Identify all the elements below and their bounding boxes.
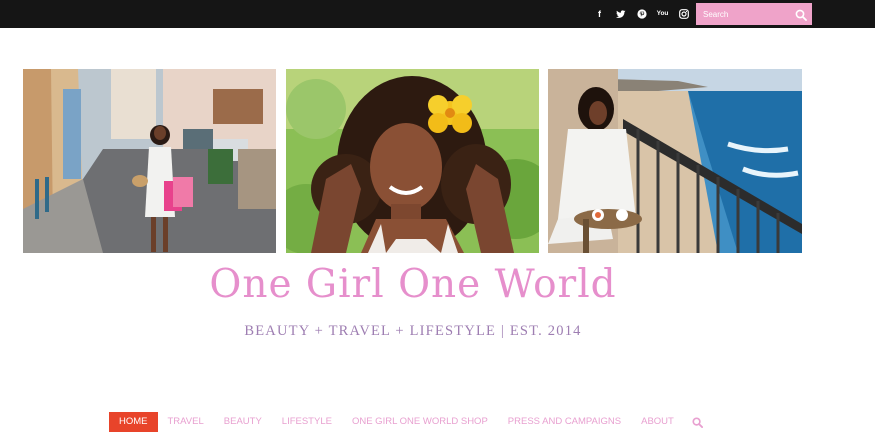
- nav-item-about[interactable]: ABOUT: [641, 412, 674, 432]
- search-icon[interactable]: [795, 8, 807, 21]
- nav-item-home[interactable]: HOME: [109, 412, 158, 432]
- instagram-icon[interactable]: [673, 6, 694, 22]
- portrait-flower-photo[interactable]: [286, 69, 539, 253]
- nav-item-shop[interactable]: ONE GIRL ONE WORLD SHOP: [352, 412, 488, 432]
- nav-item-lifestyle[interactable]: LIFESTYLE: [282, 412, 332, 432]
- youtube-icon[interactable]: You: [652, 6, 673, 22]
- nav-item-press[interactable]: PRESS AND CAMPAIGNS: [508, 412, 621, 432]
- search-box: [696, 3, 812, 25]
- site-tagline: BEAUTY + TRAVEL + LIFESTYLE | EST. 2014: [244, 323, 582, 339]
- street-shopping-photo[interactable]: [23, 69, 276, 253]
- nav-item-travel[interactable]: TRAVEL: [168, 412, 204, 432]
- twitter-icon[interactable]: [610, 6, 631, 22]
- site-title[interactable]: One Girl One World: [0, 262, 826, 307]
- search-icon[interactable]: [692, 412, 703, 432]
- search-input[interactable]: [696, 3, 788, 25]
- top-bar: f You: [0, 0, 875, 28]
- social-links: f You: [589, 6, 694, 22]
- main-nav: HOME TRAVEL BEAUTY LIFESTYLE ONE GIRL ON…: [109, 412, 703, 432]
- facebook-icon[interactable]: f: [589, 6, 610, 22]
- nav-item-beauty[interactable]: BEAUTY: [224, 412, 262, 432]
- balcony-sea-photo[interactable]: [548, 69, 802, 253]
- pinterest-icon[interactable]: [631, 6, 652, 22]
